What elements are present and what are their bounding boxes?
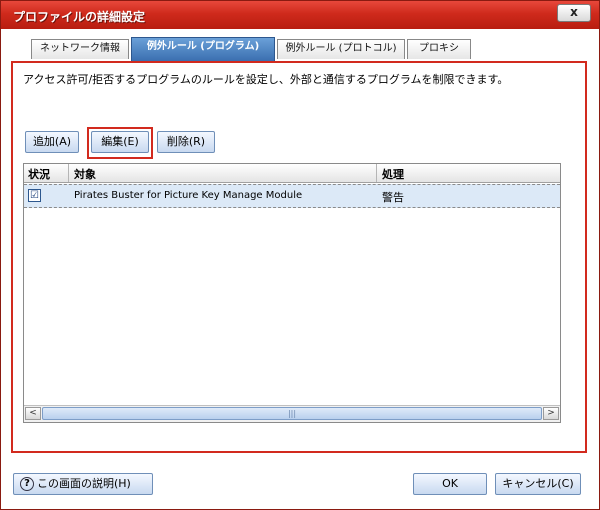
scroll-left-icon[interactable]: < xyxy=(25,407,41,420)
cancel-button[interactable]: キャンセル(C) xyxy=(495,473,581,495)
tab-network-info[interactable]: ネットワーク情報 xyxy=(31,39,129,59)
profile-detail-dialog: プロファイルの詳細設定 x ネットワーク情報 例外ルール (プログラム) 例外ル… xyxy=(0,0,600,510)
rule-action: 警告 xyxy=(382,191,404,204)
delete-button[interactable]: 削除(R) xyxy=(157,131,215,153)
program-rules-table: 状況 対象 処理 ☑ Pirates Buster for Picture Ke… xyxy=(23,163,561,423)
help-icon: ? xyxy=(20,477,34,491)
tab-exception-rules-program[interactable]: 例外ルール (プログラム) xyxy=(131,37,275,61)
help-button-label: この画面の説明(H) xyxy=(37,477,131,490)
tab-exception-rules-protocol[interactable]: 例外ルール (プロトコル) xyxy=(277,39,405,59)
scroll-thumb[interactable]: ||| xyxy=(42,407,542,420)
help-button[interactable]: ? この画面の説明(H) xyxy=(13,473,153,495)
column-divider[interactable] xyxy=(376,164,377,182)
edit-button[interactable]: 編集(E) xyxy=(91,131,149,153)
ok-button[interactable]: OK xyxy=(413,473,487,495)
add-button[interactable]: 追加(A) xyxy=(25,131,79,153)
window-title: プロファイルの詳細設定 xyxy=(13,10,146,24)
title-bar: プロファイルの詳細設定 x xyxy=(1,1,599,29)
table-header: 状況 対象 処理 xyxy=(24,164,560,183)
tab-panel-program-rules: アクセス許可/拒否するプログラムのルールを設定し、外部と通信するプログラムを制限… xyxy=(11,61,587,453)
column-header-status[interactable]: 状況 xyxy=(28,166,50,182)
tab-proxy[interactable]: プロキシ xyxy=(407,39,471,59)
rule-enabled-checkbox[interactable]: ☑ xyxy=(28,189,41,202)
horizontal-scrollbar[interactable]: < ||| > xyxy=(24,405,560,422)
rule-target: Pirates Buster for Picture Key Manage Mo… xyxy=(74,190,303,201)
close-button[interactable]: x xyxy=(557,4,591,22)
column-divider[interactable] xyxy=(68,164,69,182)
column-header-action[interactable]: 処理 xyxy=(382,166,404,182)
panel-description: アクセス許可/拒否するプログラムのルールを設定し、外部と通信するプログラムを制限… xyxy=(23,73,509,86)
dialog-body: ネットワーク情報 例外ルール (プログラム) 例外ルール (プロトコル) プロキ… xyxy=(1,29,599,509)
table-row[interactable]: ☑ Pirates Buster for Picture Key Manage … xyxy=(24,184,560,208)
scroll-right-icon[interactable]: > xyxy=(543,407,559,420)
column-header-target[interactable]: 対象 xyxy=(74,166,96,182)
